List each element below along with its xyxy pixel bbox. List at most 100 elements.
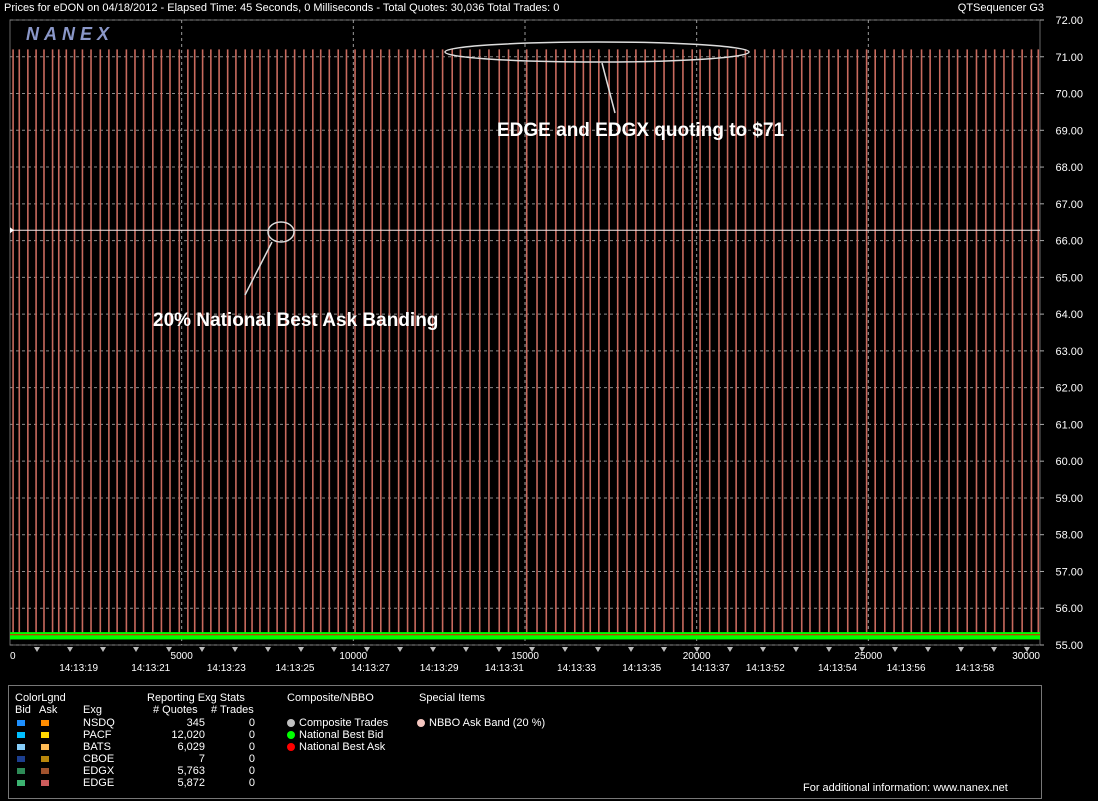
y-tick-label: 67.00 [1055, 199, 1083, 211]
bid-header: Bid [15, 704, 31, 716]
exchange-name: BATS [83, 741, 111, 753]
trade-count: 0 [248, 777, 255, 789]
ask-header: Ask [39, 704, 58, 716]
x-tick-label: 5000 [171, 651, 194, 662]
time-marker [463, 647, 469, 652]
time-marker [661, 647, 667, 652]
time-marker [628, 647, 634, 652]
special-item-marker-icon [417, 719, 425, 727]
y-tick-label: 66.00 [1055, 236, 1083, 248]
time-marker [595, 647, 601, 652]
x-tick-label: 0 [10, 651, 16, 662]
exchange-name: EDGX [83, 765, 115, 777]
y-tick-label: 60.00 [1055, 456, 1083, 468]
y-tick-label: 55.00 [1055, 640, 1083, 652]
time-label: 14:13:21 [131, 663, 170, 674]
y-tick-label: 64.00 [1055, 309, 1083, 321]
bid-color-swatch [17, 756, 25, 762]
y-tick-label: 63.00 [1055, 346, 1083, 358]
time-marker [925, 647, 931, 652]
quote-count: 5,763 [177, 765, 205, 777]
price-chart: 55.00 56.00 57.00 58.00 59.00 60.00 61.00 62.00… [9, 15, 1083, 674]
time-marker [430, 647, 436, 652]
footer-link-text: For additional information: www.nanex.ne… [803, 782, 1008, 794]
legend-panel: ColorLgnd Bid Ask Exg Reporting Exg Stat… [8, 685, 1042, 799]
x-tick-label: 25000 [854, 651, 882, 662]
quote-count: 5,872 [177, 777, 205, 789]
exg-header: Exg [83, 704, 102, 716]
time-label: 14:13:52 [746, 663, 785, 674]
y-tick-label: 57.00 [1055, 566, 1083, 578]
trades-header: # Trades [211, 704, 254, 716]
time-marker [892, 647, 898, 652]
time-label: 14:13:31 [485, 663, 524, 674]
time-marker [958, 647, 964, 652]
trade-count: 0 [248, 717, 255, 729]
bid-color-swatch [17, 720, 25, 726]
trade-count: 0 [248, 741, 255, 753]
time-marker [826, 647, 832, 652]
time-marker [760, 647, 766, 652]
trade-count: 0 [248, 765, 255, 777]
national-best-bid-line [10, 632, 1040, 640]
bid-color-swatch [17, 780, 25, 786]
ask-color-swatch [41, 720, 49, 726]
exchange-name: PACF [83, 729, 112, 741]
ask-color-swatch [41, 780, 49, 786]
time-marker [265, 647, 271, 652]
time-marker [199, 647, 205, 652]
quotes-header: # Quotes [153, 704, 198, 716]
time-marker [232, 647, 238, 652]
quote-count: 12,020 [171, 729, 205, 741]
exchange-name: NSDQ [83, 717, 115, 729]
y-tick-label: 59.00 [1055, 493, 1083, 505]
y-tick-label: 70.00 [1055, 89, 1083, 101]
time-marker [34, 647, 40, 652]
time-marker [727, 647, 733, 652]
x-tick-label: 20000 [683, 651, 711, 662]
trade-count: 0 [248, 729, 255, 741]
y-tick-label: 56.00 [1055, 603, 1083, 615]
time-label: 14:13:23 [207, 663, 246, 674]
quote-count: 7 [198, 753, 205, 765]
time-marker [133, 647, 139, 652]
annotation-left-text: 20% National Best Ask Banding [153, 310, 438, 331]
time-label: 14:13:35 [622, 663, 661, 674]
ask-color-swatch [41, 768, 49, 774]
time-marker [991, 647, 997, 652]
composite-item-label: National Best Ask [299, 741, 386, 753]
time-marker [562, 647, 568, 652]
y-tick-label: 65.00 [1055, 272, 1083, 284]
bid-color-swatch [17, 732, 25, 738]
time-marker [100, 647, 106, 652]
time-label: 14:13:29 [420, 663, 459, 674]
y-tick-label: 58.00 [1055, 530, 1083, 542]
y-tick-label: 61.00 [1055, 419, 1083, 431]
time-label: 14:13:56 [887, 663, 926, 674]
color-legend-title: ColorLgnd [15, 692, 66, 704]
ask-color-swatch [41, 756, 49, 762]
x-tick-label: 15000 [511, 651, 539, 662]
time-label: 14:13:37 [691, 663, 730, 674]
time-label: 14:13:54 [818, 663, 857, 674]
y-tick-label: 68.00 [1055, 162, 1083, 174]
ask-color-swatch [41, 732, 49, 738]
time-label: 14:13:58 [955, 663, 994, 674]
ask-color-swatch [41, 744, 49, 750]
time-marker [496, 647, 502, 652]
exchange-name: EDGE [83, 777, 115, 789]
quote-count: 6,029 [177, 741, 205, 753]
nanex-logo: NANEX [26, 24, 114, 44]
y-tick-label: 71.00 [1055, 52, 1083, 64]
composite-marker-icon [287, 719, 295, 727]
time-label: 14:13:25 [275, 663, 314, 674]
time-marker [397, 647, 403, 652]
exchange-name: CBOE [83, 753, 115, 765]
time-label: 14:13:19 [59, 663, 98, 674]
y-tick-label: 69.00 [1055, 125, 1083, 137]
time-marker [298, 647, 304, 652]
time-marker [331, 647, 337, 652]
x-tick-label: 30000 [1012, 651, 1040, 662]
composite-marker-icon [287, 731, 295, 739]
composite-item-label: Composite Trades [299, 717, 389, 729]
